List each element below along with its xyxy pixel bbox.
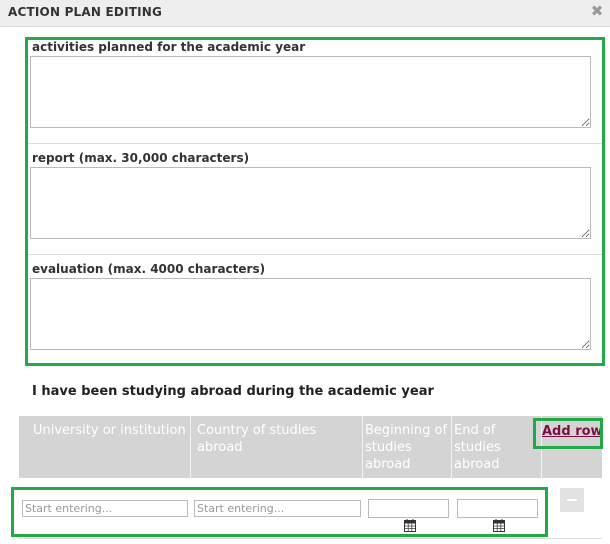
end-date-input[interactable] <box>457 499 538 518</box>
report-label: report (max. 30,000 characters) <box>32 151 250 165</box>
country-input[interactable] <box>194 500 361 517</box>
divider <box>28 254 602 255</box>
report-textarea[interactable] <box>30 167 591 239</box>
begin-date-input[interactable] <box>368 499 449 518</box>
activities-label: activities planned for the academic year <box>32 40 306 54</box>
column-header-country: Country of studies abroad <box>191 416 362 478</box>
close-icon[interactable]: ✖ <box>590 3 604 19</box>
university-input[interactable] <box>22 500 188 517</box>
divider <box>18 538 602 539</box>
column-header-university: University or institution <box>19 416 190 478</box>
column-header-end: End of studies abroad <box>452 416 541 478</box>
divider <box>28 143 602 144</box>
activities-textarea[interactable] <box>30 56 591 128</box>
abroad-heading: I have been studying abroad during the a… <box>32 384 434 399</box>
remove-row-button[interactable] <box>560 488 584 512</box>
dialog-titlebar: ACTION PLAN EDITING ✖ <box>0 0 610 27</box>
add-row-button[interactable]: Add row <box>542 424 603 439</box>
dialog-title: ACTION PLAN EDITING <box>8 5 163 19</box>
calendar-icon[interactable] <box>493 519 505 532</box>
evaluation-textarea[interactable] <box>30 278 591 350</box>
evaluation-label: evaluation (max. 4000 characters) <box>32 262 266 276</box>
column-header-begin: Beginning of studies abroad <box>363 416 451 478</box>
calendar-icon[interactable] <box>404 519 416 532</box>
